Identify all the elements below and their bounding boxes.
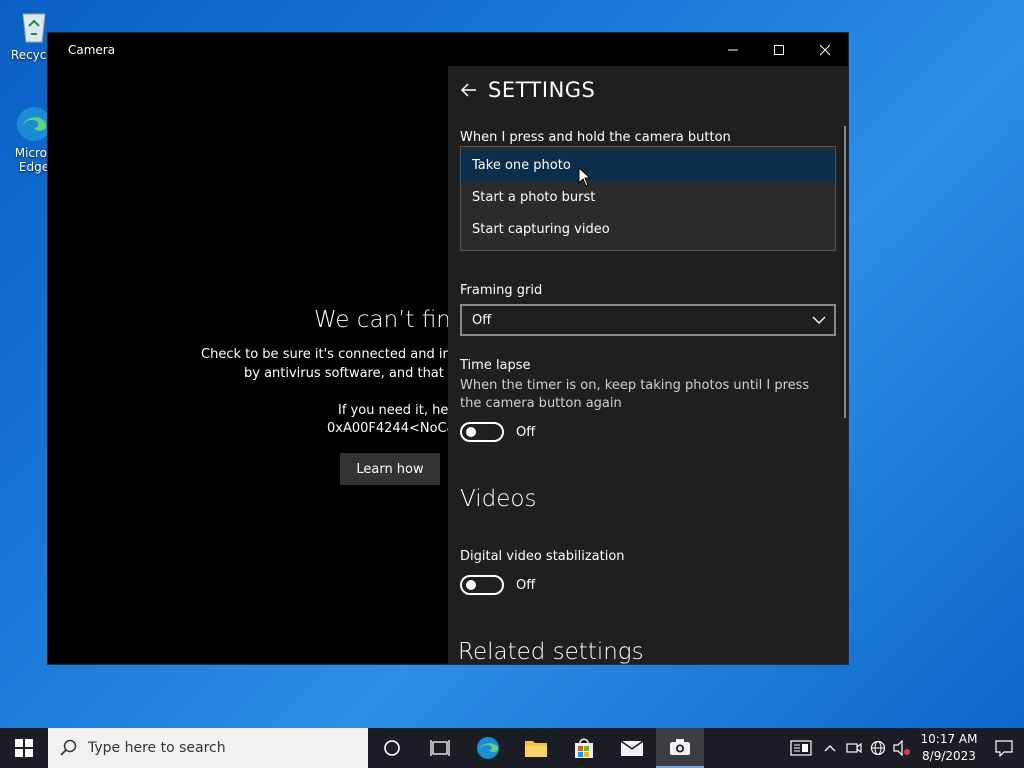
news-icon (790, 740, 812, 756)
volume-muted-icon (893, 740, 910, 756)
settings-header: SETTINGS (460, 78, 595, 102)
related-settings-heading: Related settings (458, 639, 644, 664)
store-bag-icon (575, 738, 593, 758)
back-arrow-icon[interactable] (460, 81, 478, 99)
minimize-button[interactable] (710, 33, 756, 67)
error-title: We can’t find (314, 307, 448, 333)
search-icon (60, 739, 77, 756)
settings-scrollbar[interactable] (844, 126, 846, 418)
taskbar-camera-button[interactable] (656, 728, 704, 768)
search-placeholder: Type here to search (88, 740, 226, 756)
stabilization-toggle[interactable] (460, 575, 504, 595)
globe-icon (870, 740, 886, 756)
volume-button[interactable] (890, 728, 914, 768)
time-lapse-description: When the timer is on, keep taking photos… (460, 378, 810, 411)
framing-grid-value: Off (472, 312, 492, 328)
clock-date: 8/9/2023 (922, 749, 976, 763)
maximize-button[interactable] (756, 33, 802, 67)
time-lapse-toggle-row: Off (460, 422, 535, 442)
window-title: Camera (68, 43, 116, 57)
error-text-line: Check to be sure it's connected and inst… (201, 347, 448, 362)
taskbar-mail-button[interactable] (608, 728, 656, 768)
mouse-cursor-icon (578, 167, 592, 187)
press-hold-label: When I press and hold the camera button (460, 130, 731, 145)
minimize-icon (728, 49, 738, 51)
news-widget-button[interactable] (784, 728, 818, 768)
camera-window: Camera We can’t find Check to be sure it… (47, 32, 849, 665)
toggle-knob (466, 580, 476, 590)
press-hold-dropdown-list[interactable]: Take one photo Start a photo burst Start… (460, 146, 836, 251)
notification-icon (995, 740, 1013, 757)
start-button[interactable] (0, 728, 48, 768)
time-lapse-state: Off (516, 424, 536, 440)
action-center-button[interactable] (984, 728, 1024, 768)
cortana-circle-icon (384, 740, 400, 756)
taskbar-edge-button[interactable] (464, 728, 512, 768)
error-text-line: by antivirus software, and that yo (244, 366, 448, 381)
learn-how-button[interactable]: Learn how (340, 453, 440, 485)
framing-grid-label: Framing grid (460, 283, 543, 298)
windows-logo-icon (15, 739, 33, 757)
folder-icon (525, 741, 547, 757)
error-text-line: If you need it, here (338, 403, 448, 418)
settings-panel: SETTINGS When I press and hold the camer… (448, 66, 848, 664)
close-icon (819, 44, 831, 56)
cortana-button[interactable] (368, 728, 416, 768)
network-button[interactable] (866, 728, 890, 768)
chevron-down-icon (812, 316, 826, 324)
stabilization-state: Off (516, 577, 536, 593)
task-view-icon (430, 740, 450, 756)
close-button[interactable] (802, 33, 848, 67)
mail-icon (620, 740, 644, 756)
chevron-up-icon (824, 745, 836, 752)
framing-grid-select[interactable]: Off (460, 304, 836, 336)
toggle-knob (466, 427, 476, 437)
settings-title: SETTINGS (488, 78, 596, 102)
maximize-icon (774, 45, 784, 55)
clock-time: 10:17 AM (920, 732, 978, 746)
taskbar-file-explorer-button[interactable] (512, 728, 560, 768)
error-code: 0xA00F4244<NoCa (327, 421, 448, 436)
task-view-button[interactable] (416, 728, 464, 768)
show-hidden-icons-button[interactable] (818, 728, 842, 768)
stabilization-label: Digital video stabilization (460, 549, 625, 564)
taskbar-store-button[interactable] (560, 728, 608, 768)
taskbar-clock[interactable]: 10:17 AM 8/9/2023 (914, 731, 984, 765)
videos-heading: Videos (460, 486, 537, 512)
camera-error-panel: We can’t find Check to be sure it's conn… (48, 67, 448, 665)
edge-icon (477, 737, 499, 759)
video-camera-icon (846, 742, 862, 754)
camera-icon (670, 739, 690, 755)
taskbar: Type here to search 10:17 AM 8/9/2023 (0, 728, 1024, 768)
time-lapse-toggle[interactable] (460, 422, 504, 442)
dropdown-option-capture-video[interactable]: Start capturing video (461, 214, 835, 246)
system-tray: 10:17 AM 8/9/2023 (784, 728, 1024, 768)
meet-now-button[interactable] (842, 728, 866, 768)
time-lapse-label: Time lapse (460, 358, 531, 373)
taskbar-search-box[interactable]: Type here to search (48, 728, 368, 768)
dropdown-option-photo-burst[interactable]: Start a photo burst (461, 182, 835, 214)
title-bar[interactable]: Camera (48, 33, 848, 67)
stabilization-toggle-row: Off (460, 575, 535, 595)
dropdown-option-take-one-photo[interactable]: Take one photo (461, 150, 835, 182)
